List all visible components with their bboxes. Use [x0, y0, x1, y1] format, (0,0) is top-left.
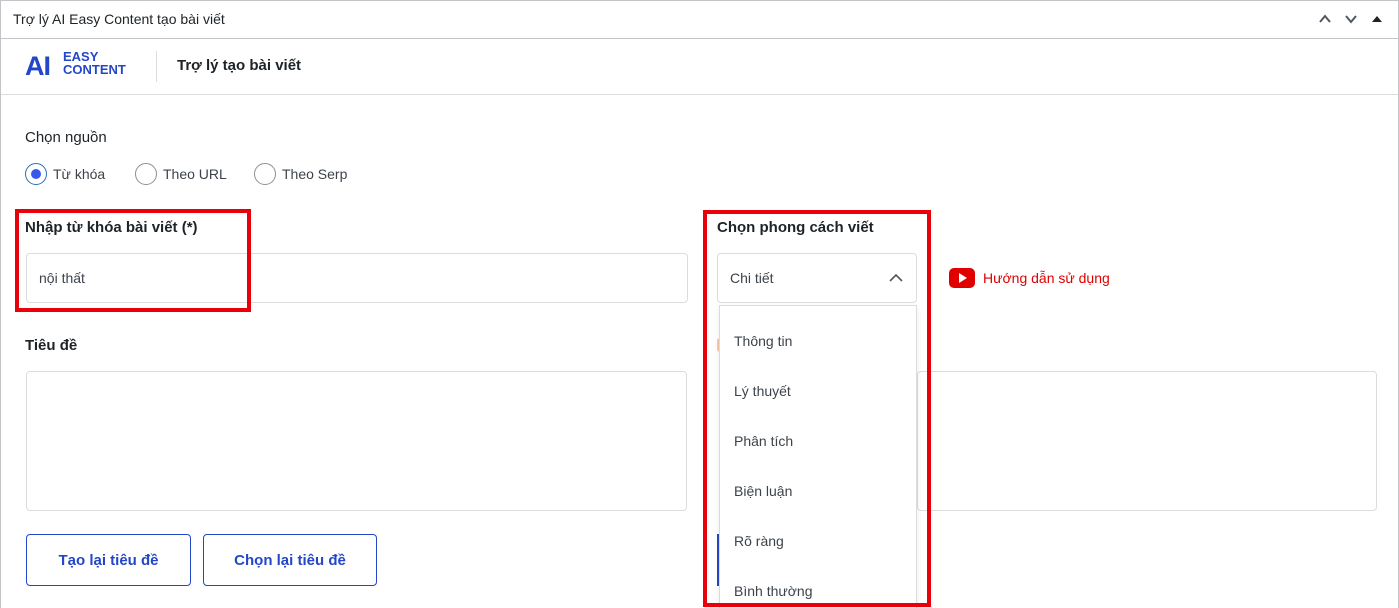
style-option-info[interactable]: Thông tin: [720, 316, 916, 366]
easy-content-logo: AI EASY CONTENT: [25, 49, 141, 83]
style-option-analysis[interactable]: Phân tích: [720, 416, 916, 466]
logo-content-text: CONTENT: [63, 62, 126, 77]
reselect-title-button[interactable]: Chọn lại tiêu đề: [203, 534, 377, 586]
radio-serp-dot[interactable]: [254, 163, 276, 185]
radio-serp[interactable]: Theo Serp: [254, 163, 347, 185]
regenerate-title-button[interactable]: Tạo lại tiêu đề: [26, 534, 191, 586]
style-dropdown: Thông tin Lý thuyết Phân tích Biện luận …: [719, 305, 917, 608]
radio-keyword-dot[interactable]: [25, 163, 47, 185]
panel-title: Trợ lý AI Easy Content tạo bài viết: [13, 11, 225, 27]
keyword-label: Nhập từ khóa bài viết (*): [25, 219, 198, 236]
radio-url-dot[interactable]: [135, 163, 157, 185]
style-select-value: Chi tiết: [730, 270, 774, 286]
content-textarea[interactable]: [917, 371, 1377, 511]
style-option-argument[interactable]: Biện luận: [720, 466, 916, 516]
radio-url[interactable]: Theo URL: [135, 163, 227, 185]
radio-keyword-label: Từ khóa: [53, 166, 106, 182]
youtube-icon: [949, 268, 975, 288]
brand-divider: [156, 51, 157, 82]
source-label: Chọn nguồn: [25, 129, 107, 146]
guide-link-label: Hướng dẫn sử dụng: [983, 270, 1110, 286]
logo-ai-text: AI: [25, 51, 51, 81]
panel-header: Trợ lý AI Easy Content tạo bài viết: [1, 1, 1398, 39]
radio-url-label: Theo URL: [163, 166, 227, 182]
style-select[interactable]: Chi tiết: [717, 253, 917, 303]
keyword-input[interactable]: nội thất: [26, 253, 688, 303]
style-option-theory[interactable]: Lý thuyết: [720, 366, 916, 416]
assistant-panel: Trợ lý AI Easy Content tạo bài viết AI E…: [0, 0, 1399, 608]
style-option-clear[interactable]: Rõ ràng: [720, 516, 916, 566]
brand-title: Trợ lý tạo bài viết: [177, 57, 302, 74]
chevron-up-icon: [889, 273, 903, 282]
caret-up-icon[interactable]: [1365, 7, 1389, 31]
chevron-up-icon[interactable]: [1313, 7, 1337, 31]
title-label: Tiêu đề: [25, 337, 78, 354]
chevron-down-icon[interactable]: [1339, 7, 1363, 31]
title-textarea[interactable]: [26, 371, 687, 511]
guide-link[interactable]: Hướng dẫn sử dụng: [949, 267, 1110, 289]
style-label: Chọn phong cách viết: [717, 219, 874, 236]
radio-serp-label: Theo Serp: [282, 166, 348, 182]
brand-bar: AI EASY CONTENT Trợ lý tạo bài viết: [1, 39, 1398, 95]
radio-keyword[interactable]: Từ khóa: [25, 163, 105, 185]
style-option-normal[interactable]: Bình thường: [720, 566, 916, 608]
